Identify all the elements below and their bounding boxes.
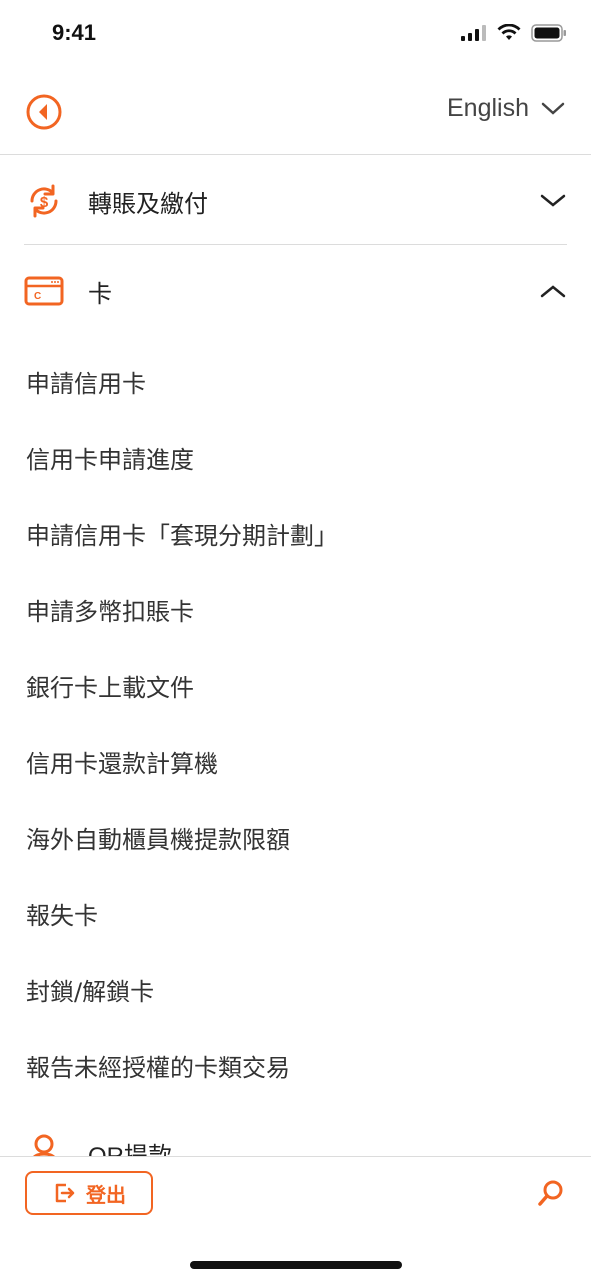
back-circle-icon xyxy=(26,94,62,130)
language-label: English xyxy=(447,94,529,122)
section-divider xyxy=(24,244,567,245)
menu-application-progress[interactable]: 信用卡申請進度 xyxy=(26,440,194,475)
battery-icon xyxy=(531,24,566,42)
menu-report-unauthorized[interactable]: 報告未經授權的卡類交易 xyxy=(26,1048,290,1083)
bottom-bar: 登出 xyxy=(0,1156,591,1280)
menu-upload-documents[interactable]: 銀行卡上載文件 xyxy=(26,668,194,703)
logout-button[interactable]: 登出 xyxy=(25,1171,153,1215)
language-selector[interactable]: English xyxy=(447,94,565,123)
section-label: 卡 xyxy=(88,279,112,308)
menu-block-unblock-card[interactable]: 封鎖/解鎖卡 xyxy=(26,972,154,1007)
wifi-icon xyxy=(497,24,521,40)
status-icons xyxy=(461,24,567,42)
logout-label: 登出 xyxy=(86,1182,126,1207)
section-cards[interactable]: C 卡 xyxy=(24,256,567,326)
top-nav: English xyxy=(0,80,591,152)
menu-repayment-calculator[interactable]: 信用卡還款計算機 xyxy=(26,744,218,779)
section-qr-withdrawal[interactable]: QR提款 xyxy=(24,1120,567,1160)
section-label: 轉賬及繳付 xyxy=(88,189,208,218)
menu-apply-credit-card[interactable]: 申請信用卡 xyxy=(26,364,146,399)
section-transfer-payment[interactable]: $ 轉賬及繳付 xyxy=(24,166,567,236)
status-bar: 9:41 xyxy=(0,0,591,70)
status-time: 9:41 xyxy=(52,20,97,45)
menu-cash-instalment-plan[interactable]: 申請信用卡「套現分期計劃」 xyxy=(26,516,338,551)
menu-report-lost-card[interactable]: 報失卡 xyxy=(26,896,98,931)
search-button[interactable] xyxy=(535,1177,567,1209)
svg-text:$: $ xyxy=(40,194,49,211)
nav-divider xyxy=(0,154,591,155)
back-button[interactable] xyxy=(24,92,64,132)
search-icon xyxy=(538,1180,563,1206)
card-icon: C xyxy=(24,271,64,311)
transfer-dollar-icon: $ xyxy=(24,181,64,221)
chevron-up-icon xyxy=(539,277,567,305)
signal-icon xyxy=(461,25,486,41)
svg-text:C: C xyxy=(34,291,41,302)
home-indicator xyxy=(190,1261,402,1269)
menu-multi-currency-debit-card[interactable]: 申請多幣扣賬卡 xyxy=(26,592,194,627)
chevron-down-icon xyxy=(539,187,567,215)
chevron-down-icon xyxy=(541,102,565,115)
menu-overseas-atm-limit[interactable]: 海外自動櫃員機提款限額 xyxy=(26,820,290,855)
logout-icon xyxy=(55,1183,75,1203)
